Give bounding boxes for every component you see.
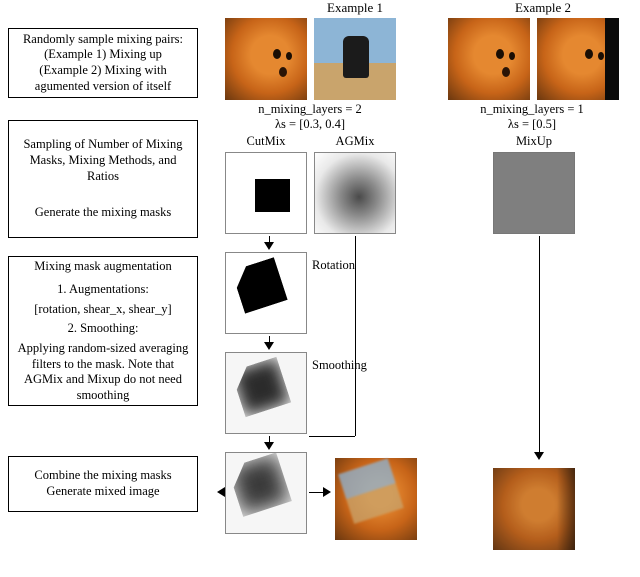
step3-l4: Applying random-sized averaging filters …: [17, 341, 189, 404]
result-image-ex1: [335, 458, 417, 540]
step2-box: Sampling of Number of Mixing Masks, Mixi…: [8, 120, 198, 238]
ex2-lambdas: λs = [0.5]: [442, 117, 622, 132]
arrow-down-icon: [534, 452, 544, 460]
method-agmix: AGMix: [314, 134, 396, 149]
mask-cutmix: [225, 152, 307, 234]
mask-rotated: [225, 252, 307, 334]
arrow-down-icon: [264, 242, 274, 250]
step3-title: Mixing mask augmentation: [17, 259, 189, 275]
mask-combined: [225, 452, 307, 534]
method-cutmix: CutMix: [225, 134, 307, 149]
arrow-segment-icon: [309, 436, 355, 437]
ex2-source-image-a: [448, 18, 530, 100]
step3-l1: 1. Augmentations:: [17, 282, 189, 298]
mask-agmix: [314, 152, 396, 234]
ex2-source-image-b: [537, 18, 619, 100]
step4-box: Combine the mixing masks Generate mixed …: [8, 456, 198, 512]
op-rotation: Rotation: [312, 258, 372, 273]
arrow-shaft-icon: [539, 236, 540, 452]
step4-a: Combine the mixing masks: [17, 468, 189, 484]
step3-l3: 2. Smoothing:: [17, 321, 189, 337]
mask-mixup: [493, 152, 575, 234]
ex1-nlayers: n_mixing_layers = 2: [220, 102, 400, 117]
result-image-ex2: [493, 468, 575, 550]
step2-text-b: Generate the mixing masks: [17, 205, 189, 221]
col-header-example1: Example 1: [290, 0, 420, 16]
step3-l2: [rotation, shear_x, shear_y]: [17, 302, 189, 318]
arrow-shaft-icon: [355, 236, 356, 436]
ex1-source-image-b: [314, 18, 396, 100]
step3-box: Mixing mask augmentation 1. Augmentation…: [8, 256, 198, 406]
step1-box: Randomly sample mixing pairs: (Example 1…: [8, 28, 198, 98]
arrow-right-icon: [323, 487, 331, 497]
step4-b: Generate mixed image: [17, 484, 189, 500]
ex2-nlayers: n_mixing_layers = 1: [442, 102, 622, 117]
op-smoothing: Smoothing: [312, 358, 384, 373]
ex1-lambdas: λs = [0.3, 0.4]: [220, 117, 400, 132]
arrow-down-icon: [264, 442, 274, 450]
ex1-source-image-a: [225, 18, 307, 100]
arrow-left-icon: [217, 487, 225, 497]
mask-smoothed: [225, 352, 307, 434]
step2-text-a: Sampling of Number of Mixing Masks, Mixi…: [17, 137, 189, 184]
col-header-example2: Example 2: [478, 0, 608, 16]
arrow-down-icon: [264, 342, 274, 350]
method-mixup: MixUp: [493, 134, 575, 149]
